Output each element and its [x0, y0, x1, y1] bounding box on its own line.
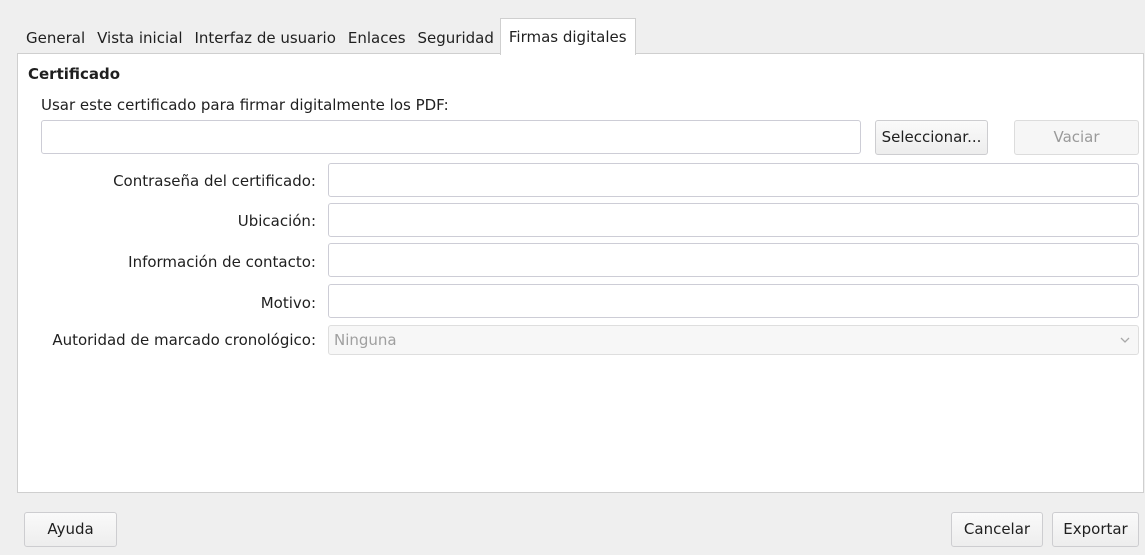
- timestamp-authority-value: Ninguna: [334, 331, 397, 349]
- tab-digital-signatures[interactable]: Firmas digitales: [499, 18, 636, 55]
- certificate-path-field[interactable]: [41, 120, 861, 154]
- location-label: Ubicación:: [237, 212, 316, 230]
- reason-field[interactable]: [328, 284, 1139, 318]
- certificate-use-label: Usar este certificado para firmar digita…: [41, 96, 449, 114]
- clear-certificate-button[interactable]: Vaciar: [1014, 120, 1139, 155]
- tab-user-interface[interactable]: Interfaz de usuario: [189, 19, 342, 54]
- contact-info-field[interactable]: [328, 243, 1139, 277]
- cancel-button[interactable]: Cancelar: [951, 512, 1043, 547]
- password-label: Contraseña del certificado:: [113, 172, 316, 190]
- export-button[interactable]: Exportar: [1052, 512, 1139, 547]
- location-field[interactable]: [328, 203, 1139, 237]
- timestamp-authority-label: Autoridad de marcado cronológico:: [52, 331, 316, 349]
- help-button[interactable]: Ayuda: [24, 512, 117, 547]
- tab-bar: General Vista inicial Interfaz de usuari…: [20, 18, 636, 55]
- contact-info-label: Información de contacto:: [128, 253, 316, 271]
- tab-initial-view[interactable]: Vista inicial: [91, 19, 188, 54]
- tab-security[interactable]: Seguridad: [412, 19, 500, 54]
- section-title-certificate: Certificado: [28, 65, 121, 83]
- chevron-down-icon: [1119, 326, 1131, 364]
- select-certificate-button[interactable]: Seleccionar...: [875, 120, 988, 155]
- tab-links[interactable]: Enlaces: [342, 19, 412, 54]
- timestamp-authority-select[interactable]: Ninguna: [328, 325, 1139, 355]
- tab-general[interactable]: General: [20, 19, 91, 54]
- reason-label: Motivo:: [260, 294, 316, 312]
- password-field[interactable]: [328, 163, 1139, 197]
